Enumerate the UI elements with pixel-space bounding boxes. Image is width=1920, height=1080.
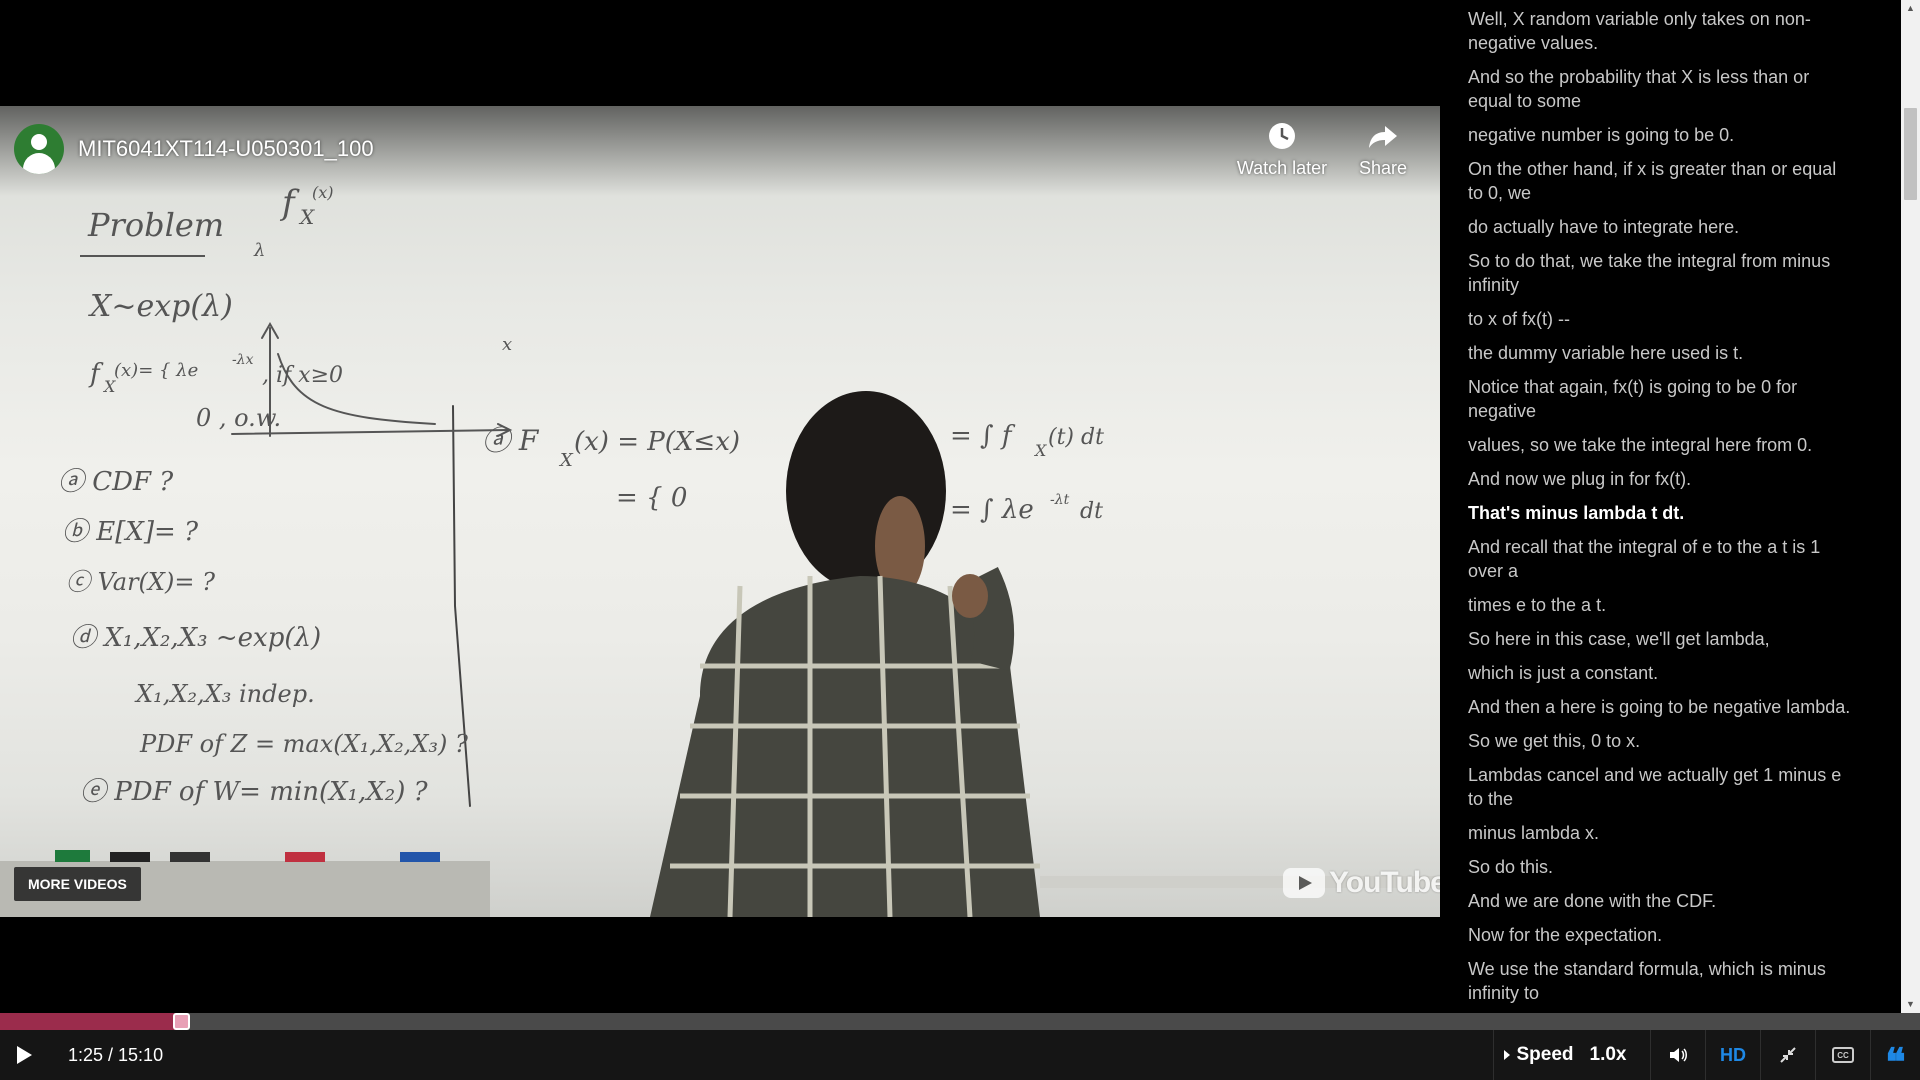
svg-text:PDF of Z = max(X₁,X₂,X₃) ?: PDF of Z = max(X₁,X₂,X₃) ? — [139, 730, 468, 758]
svg-text:dt: dt — [1080, 499, 1103, 524]
speed-button[interactable]: Speed 1.0x — [1493, 1030, 1637, 1080]
svg-text:= { 0: = { 0 — [616, 483, 687, 513]
caret-right-icon — [1504, 1050, 1511, 1060]
transcript-line[interactable]: Lambdas cancel and we actually get 1 min… — [1440, 763, 1901, 821]
speed-label: Speed — [1516, 1044, 1574, 1065]
youtube-logo[interactable]: YouTube — [1283, 866, 1440, 900]
scroll-down-arrow-icon[interactable]: ▼ — [1901, 996, 1920, 1013]
transcript-line[interactable]: And now we plug in for fx(t). — [1440, 467, 1901, 501]
share-icon — [1369, 126, 1397, 148]
speed-value: 1.0x — [1589, 1044, 1627, 1065]
svg-text:X₁,X₂,X₃ indep.: X₁,X₂,X₃ indep. — [134, 680, 315, 708]
share-label: Share — [1358, 158, 1408, 178]
video-header: MIT6041XT114-U050301_100 — [14, 124, 374, 174]
svg-text:X~exp(λ): X~exp(λ) — [88, 289, 233, 324]
quote-icon: ❝ — [1885, 1039, 1906, 1080]
svg-text:-λt: -λt — [1050, 492, 1070, 508]
presenter-figure — [650, 391, 1040, 917]
transcript-line[interactable]: to x of fx(t) -- — [1440, 307, 1901, 341]
transcript-toggle-button[interactable]: ❝ — [1870, 1030, 1920, 1080]
transcript-line[interactable]: times e to the a t. — [1440, 593, 1901, 627]
transcript-panel[interactable]: Well, X random variable only takes on no… — [1440, 0, 1901, 1013]
fullscreen-exit-button[interactable] — [1760, 1030, 1815, 1080]
video-frame[interactable]: Problem fX(x) λ x X~exp(λ) fX(x)= { λe-λ… — [0, 106, 1440, 917]
svg-text:λ: λ — [253, 240, 265, 261]
control-bar: 1:25 / 15:10 Speed 1.0x HD CC ❝ — [0, 1030, 1920, 1080]
transcript-line[interactable]: values, so we take the integral here fro… — [1440, 433, 1901, 467]
svg-text:ⓐ F: ⓐ F — [482, 424, 540, 457]
transcript-line-current[interactable]: That's minus lambda t dt. — [1440, 501, 1901, 535]
transcript-line[interactable]: So do this. — [1440, 855, 1901, 889]
svg-text:-λx: -λx — [232, 352, 254, 368]
transcript-scrollbar[interactable]: ▲ ▼ — [1901, 0, 1920, 1013]
channel-avatar[interactable] — [14, 124, 64, 174]
volume-button[interactable] — [1650, 1030, 1705, 1080]
svg-text:X: X — [298, 205, 315, 229]
scrollbar-thumb[interactable] — [1904, 108, 1917, 200]
scroll-up-arrow-icon[interactable]: ▲ — [1901, 0, 1920, 17]
svg-text:0 , o.w.: 0 , o.w. — [196, 404, 281, 432]
svg-text:= ∫ λe: = ∫ λe — [950, 495, 1034, 525]
closed-captions-icon: CC — [1832, 1047, 1854, 1063]
transcript-line[interactable]: And so the probability that X is less th… — [1440, 65, 1901, 123]
svg-text:(t) dt: (t) dt — [1048, 425, 1104, 450]
transcript-line[interactable]: And recall that the integral of e to the… — [1440, 535, 1901, 593]
svg-text:, if x≥0: , if x≥0 — [262, 363, 343, 388]
transcript-line[interactable]: So to do that, we take the integral from… — [1440, 249, 1901, 307]
svg-text:(x) = P(X≤x): (x) = P(X≤x) — [574, 427, 740, 457]
transcript-line[interactable]: Notice that again, fx(t) is going to be … — [1440, 375, 1901, 433]
clock-icon — [1269, 123, 1295, 149]
video-title[interactable]: MIT6041XT114-U050301_100 — [78, 136, 374, 162]
svg-text:X: X — [558, 450, 574, 471]
youtube-logo-text: YouTube — [1329, 866, 1440, 899]
more-videos-button[interactable]: MORE VIDEOS — [14, 867, 141, 901]
transcript-line[interactable]: minus lambda x. — [1440, 821, 1901, 855]
svg-text:Problem: Problem — [87, 206, 224, 244]
play-icon — [16, 1046, 32, 1064]
transcript-line[interactable]: On the other hand, if x is greater than … — [1440, 157, 1901, 215]
watch-later-button[interactable]: Watch later — [1234, 120, 1330, 179]
play-button[interactable] — [0, 1030, 48, 1080]
transcript-line[interactable]: And we are done with the CDF. — [1440, 889, 1901, 923]
svg-text:ⓒ Var(X)= ?: ⓒ Var(X)= ? — [66, 568, 215, 596]
svg-text:(x)= { λe: (x)= { λe — [114, 360, 198, 381]
svg-text:ⓔ PDF of W= min(X₁,X₂) ?: ⓔ PDF of W= min(X₁,X₂) ? — [80, 777, 429, 807]
watch-later-label: Watch later — [1236, 158, 1328, 178]
svg-text:f: f — [88, 359, 104, 389]
transcript-line[interactable]: So we get this, 0 to x. — [1440, 729, 1901, 763]
transcript-line[interactable]: negative number is going to be 0. — [1440, 123, 1901, 157]
hd-button[interactable]: HD — [1705, 1030, 1760, 1080]
transcript-line[interactable]: And then a here is going to be negative … — [1440, 695, 1901, 729]
svg-text:= ∫ f: = ∫ f — [950, 421, 1016, 451]
transcript-line[interactable]: So here in this case, we'll get lambda, — [1440, 627, 1901, 661]
transcript-line[interactable]: Well, X random variable only takes on no… — [1440, 0, 1901, 65]
share-button[interactable]: Share — [1335, 120, 1431, 179]
transcript-line[interactable]: Now for the expectation. — [1440, 923, 1901, 957]
transcript-line[interactable]: the dummy variable here used is t. — [1440, 341, 1901, 375]
volume-icon — [1670, 1048, 1687, 1062]
closed-captions-button[interactable]: CC — [1815, 1030, 1870, 1080]
transcript-line[interactable]: do actually have to integrate here. — [1440, 215, 1901, 249]
progress-bar[interactable] — [0, 1013, 1920, 1030]
whiteboard-drawing: Problem fX(x) λ x X~exp(λ) fX(x)= { λe-λ… — [0, 183, 1440, 917]
time-display: 1:25 / 15:10 — [68, 1044, 164, 1065]
svg-text:ⓓ X₁,X₂,X₃ ~exp(λ): ⓓ X₁,X₂,X₃ ~exp(λ) — [70, 623, 321, 653]
svg-text:X: X — [1033, 441, 1047, 460]
shrink-icon — [1780, 1047, 1796, 1063]
progress-fill — [0, 1013, 179, 1030]
video-player[interactable]: Problem fX(x) λ x X~exp(λ) fX(x)= { λe-λ… — [0, 0, 1440, 1013]
transcript-line[interactable]: We use the standard formula, which is mi… — [1440, 957, 1901, 1013]
svg-text:ⓑ E[X]= ?: ⓑ E[X]= ? — [62, 517, 199, 547]
progress-handle[interactable] — [173, 1013, 190, 1030]
svg-text:x: x — [502, 334, 512, 355]
youtube-play-icon — [1283, 868, 1325, 898]
svg-text:ⓐ CDF ?: ⓐ CDF ? — [58, 467, 174, 497]
transcript-line[interactable]: which is just a constant. — [1440, 661, 1901, 695]
